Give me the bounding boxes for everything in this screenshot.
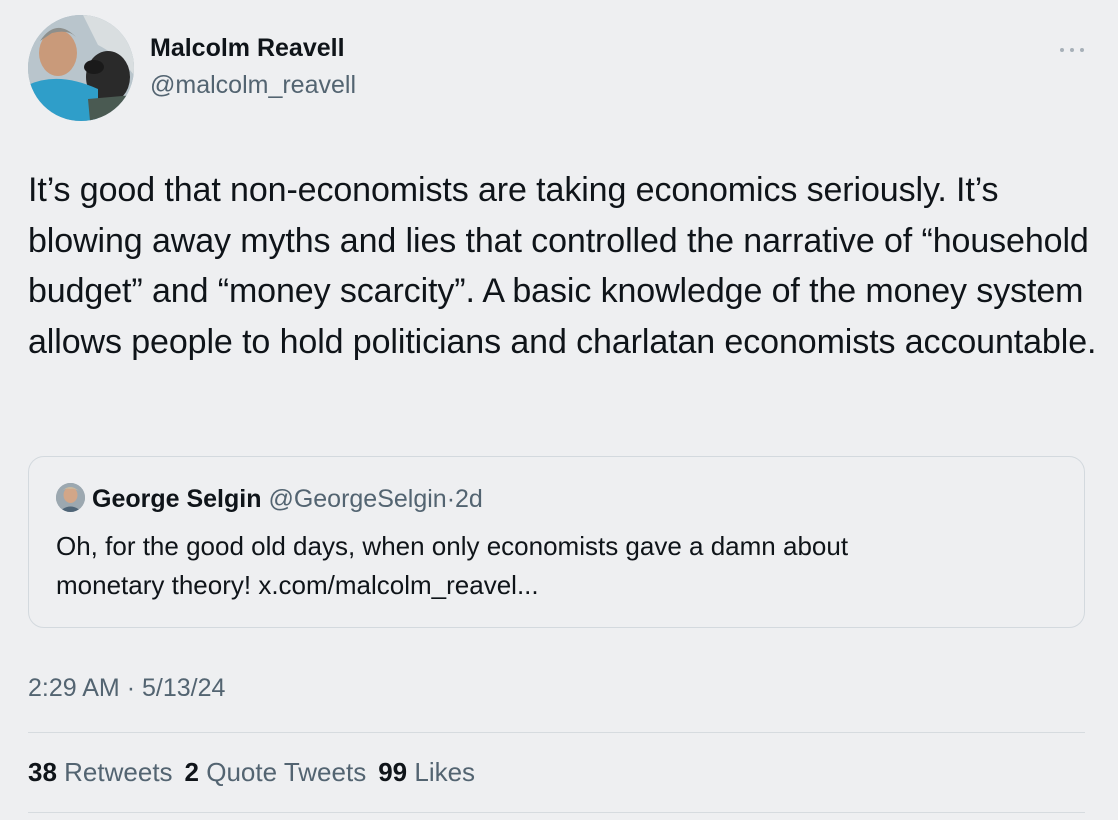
tweet-timestamp: 2:29 AM · 5/13/24: [28, 674, 225, 703]
author-handle[interactable]: @malcolm_reavell: [150, 71, 356, 100]
tweet-text: It’s good that non-economists are taking…: [28, 171, 1097, 361]
quoted-author-name[interactable]: George Selgin: [92, 485, 261, 513]
tweet: Malcolm Reavell @malcolm_reavell It’s go…: [0, 0, 1118, 820]
quoted-avatar-image: [56, 483, 85, 512]
quoted-text-line: Oh, for the good old days, when only eco…: [56, 531, 849, 561]
quote-tweets-label: Quote Tweets: [206, 757, 367, 787]
quoted-tweet-header: George Selgin @GeorgeSelgin·2d: [92, 484, 483, 514]
quoted-tweet-text: Oh, for the good old days, when only eco…: [56, 527, 1056, 605]
author-name[interactable]: Malcolm Reavell: [150, 34, 345, 63]
author-avatar-image: [28, 15, 134, 121]
timestamp-separator: ·: [126, 674, 136, 702]
likes-count: 99: [378, 757, 408, 787]
retweets-label: Retweets: [64, 757, 173, 787]
quoted-tweet[interactable]: George Selgin @GeorgeSelgin·2d Oh, for t…: [28, 456, 1085, 628]
more-horizontal-icon[interactable]: [1060, 38, 1084, 62]
retweets-stat[interactable]: 38 Retweets: [28, 757, 173, 788]
tweet-stats: 38 Retweets 2 Quote Tweets 99 Likes: [28, 757, 475, 788]
quoted-time[interactable]: 2d: [455, 485, 483, 513]
quote-tweets-stat[interactable]: 2 Quote Tweets: [185, 757, 367, 788]
more-dot: [1070, 48, 1074, 52]
more-dot: [1060, 48, 1064, 52]
tweet-time-link[interactable]: 2:29 AM · 5/13/24: [28, 674, 225, 702]
likes-stat[interactable]: 99 Likes: [378, 757, 475, 788]
tweet-time: 2:29 AM: [28, 674, 120, 702]
retweets-count: 38: [28, 757, 57, 787]
quote-tweets-count: 2: [184, 757, 200, 787]
likes-label: Likes: [414, 757, 476, 787]
quoted-separator: ·: [446, 485, 456, 513]
author-avatar[interactable]: [28, 15, 134, 121]
quoted-text-line: monetary theory! x.com/malcolm_reavel...: [56, 570, 539, 600]
quoted-author-handle[interactable]: @GeorgeSelgin: [268, 485, 446, 513]
divider: [28, 732, 1085, 733]
quoted-author-avatar: [56, 483, 85, 512]
tweet-date: 5/13/24: [141, 674, 226, 702]
divider: [28, 812, 1085, 813]
more-dot: [1080, 48, 1084, 52]
